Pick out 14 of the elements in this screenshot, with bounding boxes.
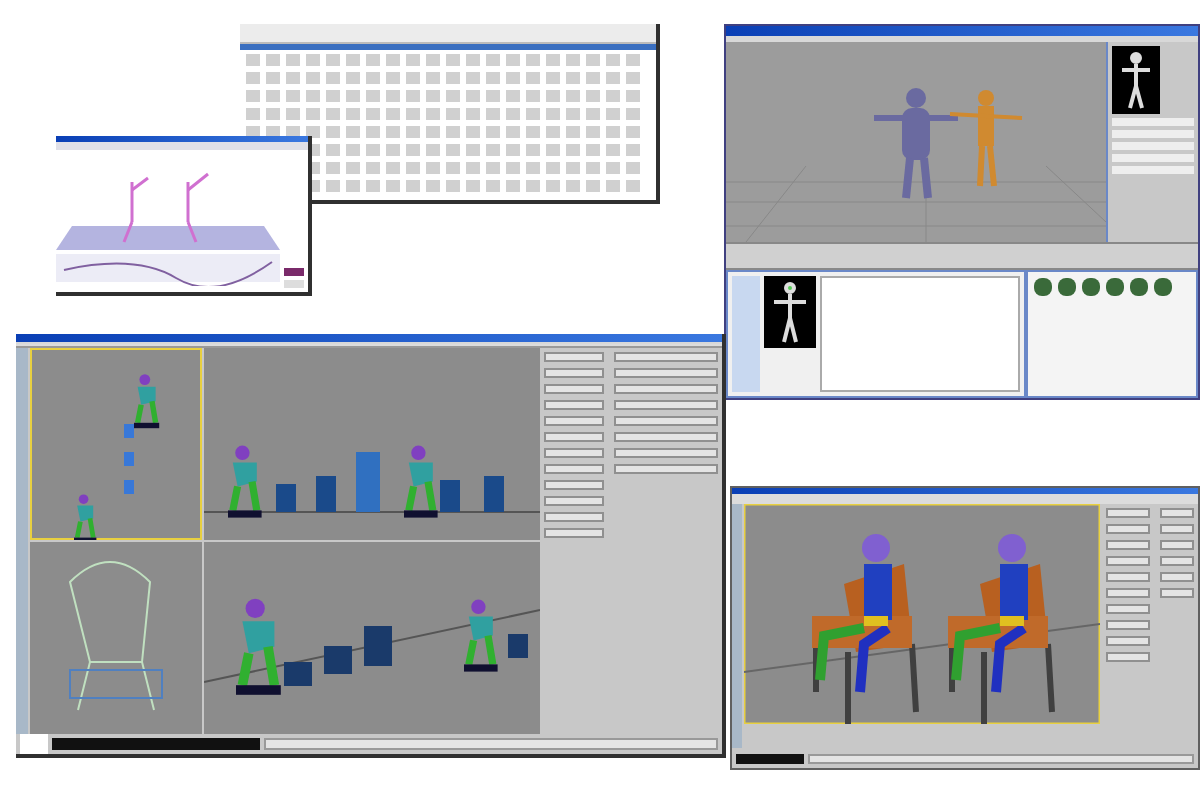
character-figure: [874, 88, 958, 199]
stick-figure-drawing: [122, 176, 149, 243]
character-figure: [134, 374, 160, 429]
skeleton-icon: [774, 282, 806, 343]
character-figure: [228, 445, 262, 518]
character-figure: [236, 598, 281, 695]
character-figure: [74, 494, 97, 540]
skeleton-icon: [1122, 52, 1150, 109]
character-figure: [464, 599, 498, 672]
tree-list: [732, 276, 760, 392]
wooden-mannequin-figure: [949, 90, 1023, 187]
character-figure: [404, 445, 438, 518]
stick-figure-drawing: [186, 172, 209, 243]
status-field: [20, 734, 48, 754]
